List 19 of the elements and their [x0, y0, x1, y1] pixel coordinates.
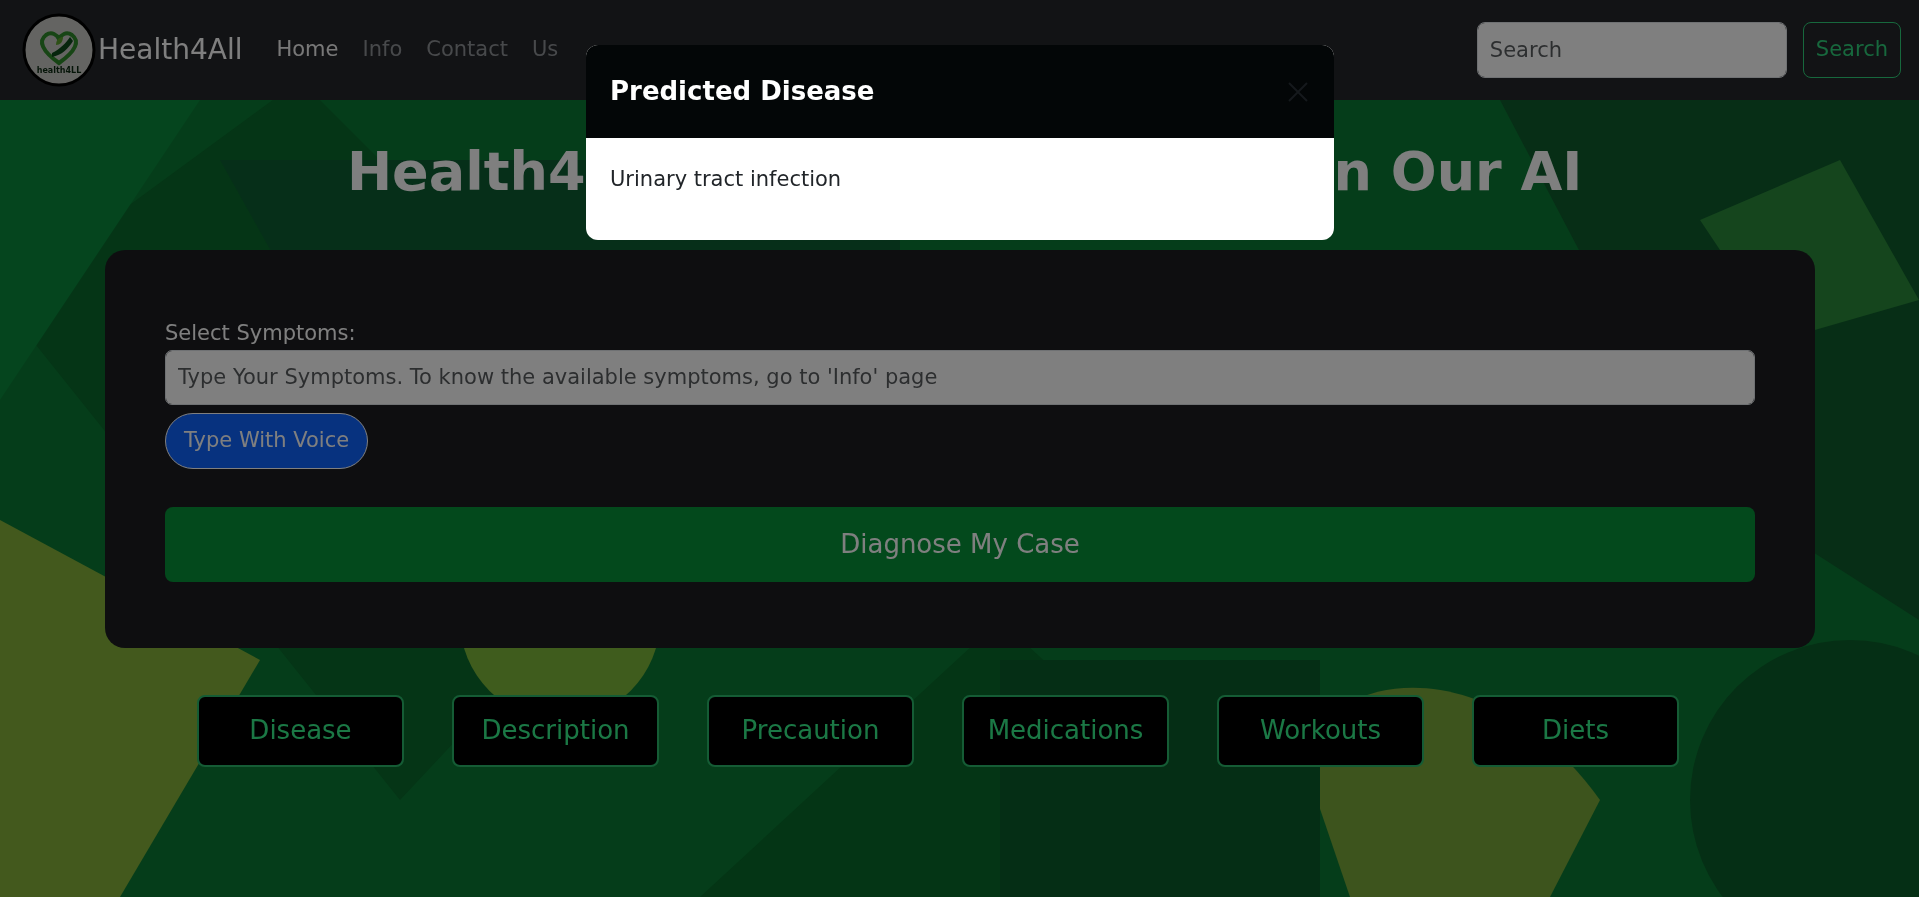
- nav-link[interactable]: Home: [266, 34, 349, 66]
- result-button[interactable]: Disease: [197, 694, 404, 767]
- modal-title: Predicted Disease: [610, 75, 875, 108]
- page-heading: n Our AI: [1333, 138, 1584, 205]
- result-button[interactable]: Medications: [962, 694, 1169, 767]
- search-button[interactable]: Search: [1802, 22, 1901, 78]
- modal-text: Urinary tract infection: [609, 166, 843, 193]
- result-button[interactable]: Precaution: [707, 694, 914, 767]
- page-heading: Health4: [345, 138, 586, 205]
- logo-icon: health4LL: [22, 13, 96, 87]
- brand-link[interactable]: Health4All: [98, 29, 243, 71]
- result-button[interactable]: Description: [452, 694, 659, 767]
- symptoms-field[interactable]: Type Your Symptoms. To know the available symptoms, go to 'Info' page: [165, 349, 1755, 405]
- field-label: Select Symptoms:: [165, 320, 356, 347]
- result-button[interactable]: Workouts: [1217, 694, 1424, 767]
- search-field[interactable]: Search: [1476, 22, 1787, 78]
- diagnose-button[interactable]: Diagnose My Case: [165, 506, 1755, 582]
- voice-button[interactable]: Type With Voice: [165, 412, 369, 469]
- result-button[interactable]: Diets: [1472, 694, 1679, 767]
